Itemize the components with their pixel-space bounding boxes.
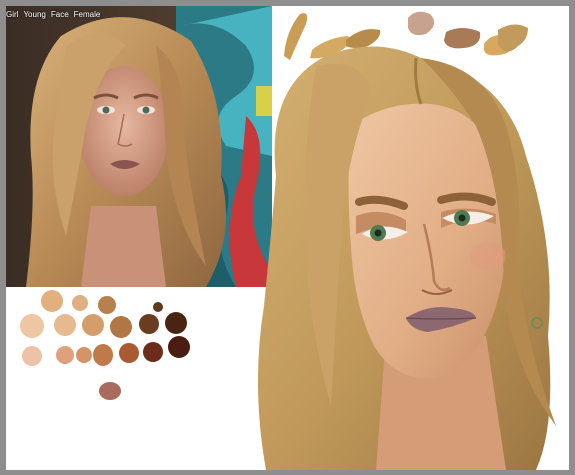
tag-face: Face [50,10,69,19]
swatch[interactable] [41,290,63,312]
swatch[interactable] [54,314,76,336]
tag-girl: Girl [6,10,19,19]
swatch[interactable] [82,314,104,336]
photo-tags: Girl Young Face Female [6,10,100,19]
skin-tone-palette [20,290,190,400]
swatch[interactable] [119,343,139,363]
swatch[interactable] [139,314,159,334]
swatch[interactable] [98,296,116,314]
drawing-canvas[interactable]: Girl Young Face Female [6,6,569,470]
swatch[interactable] [72,295,88,311]
reference-photo: Girl Young Face Female [6,6,272,287]
swatch[interactable] [99,382,121,400]
tag-young: Young [23,10,46,19]
swatch[interactable] [22,346,42,366]
swatch[interactable] [165,312,187,334]
swatch[interactable] [76,347,92,363]
swatch[interactable] [143,342,163,362]
swatch[interactable] [56,346,74,364]
swatch[interactable] [20,314,44,338]
digital-painting [257,46,556,470]
swatch[interactable] [153,302,163,312]
swatch[interactable] [168,336,190,358]
tag-female: Female [73,10,101,19]
swatch[interactable] [110,316,132,338]
reference-photo-image [6,6,272,287]
swatch[interactable] [93,344,113,366]
